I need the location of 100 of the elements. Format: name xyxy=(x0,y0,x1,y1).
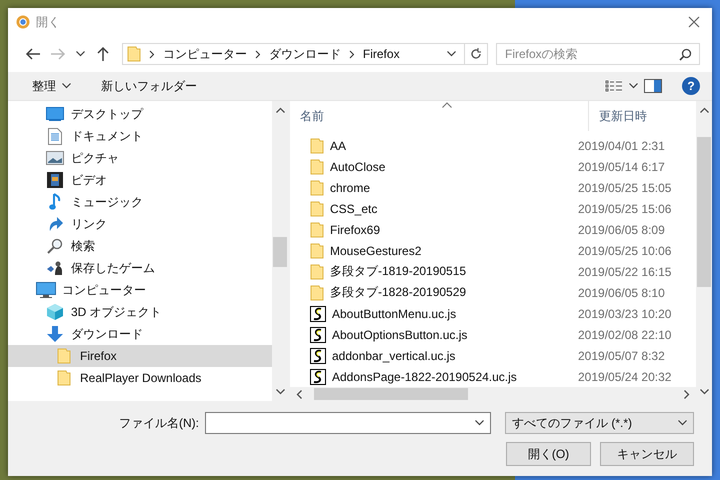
modified-date: 2019/04/01 2:31 xyxy=(578,138,665,152)
down-arrow-icon xyxy=(46,325,64,343)
file-name[interactable]: AutoClose xyxy=(290,158,578,174)
desktop-icon xyxy=(46,107,64,121)
modified-date: 2019/06/05 8:09 xyxy=(578,222,665,236)
nav-tree-item[interactable]: ダウンロード xyxy=(8,323,272,345)
scrollbar-thumb[interactable] xyxy=(314,388,468,400)
scroll-left-icon[interactable] xyxy=(296,390,302,398)
folder-icon xyxy=(310,222,324,238)
open-button[interactable]: 開く(O) xyxy=(506,442,591,466)
nav-tree-item[interactable]: 検索 xyxy=(8,235,272,257)
recent-locations-caret-icon[interactable] xyxy=(76,51,86,57)
sort-ascending-icon xyxy=(442,102,452,108)
modified-date: 2019/05/25 15:05 xyxy=(578,180,672,194)
breadcrumb-item[interactable]: ダウンロード xyxy=(268,46,341,62)
nav-tree-item[interactable]: 3D オブジェクト xyxy=(8,301,272,323)
folder-icon xyxy=(310,158,324,174)
scroll-up-icon[interactable] xyxy=(700,107,708,113)
breadcrumb-item[interactable]: Firefox xyxy=(362,47,400,61)
scrollbar-thumb[interactable] xyxy=(697,137,711,287)
nav-tree-item[interactable]: 保存したゲーム xyxy=(8,257,272,279)
folder-icon xyxy=(126,46,141,62)
caret-down-icon xyxy=(678,420,687,426)
file-name[interactable]: 多段タブ-1828-20190529 xyxy=(290,284,578,301)
cancel-button[interactable]: キャンセル xyxy=(600,442,694,466)
folder-icon xyxy=(310,200,324,216)
nav-tree-item[interactable]: ミュージック xyxy=(8,191,272,213)
back-arrow-icon[interactable] xyxy=(24,47,41,61)
modified-date: 2019/05/25 10:06 xyxy=(578,244,672,258)
filename-label: ファイル名(N): xyxy=(119,414,199,432)
cube-icon xyxy=(46,303,64,321)
script-file-icon xyxy=(310,368,326,384)
folder-icon xyxy=(57,348,71,364)
folder-icon xyxy=(310,284,324,300)
modified-date: 2019/05/07 8:32 xyxy=(578,348,665,362)
file-name[interactable]: CSS_etc xyxy=(290,200,578,216)
document-icon xyxy=(48,128,62,144)
folder-icon xyxy=(57,370,71,386)
music-note-icon xyxy=(49,193,61,211)
preview-pane-icon[interactable] xyxy=(644,79,662,93)
address-dropdown-caret-icon xyxy=(447,51,456,57)
file-name[interactable]: 多段タブ-1819-20190515 xyxy=(290,263,578,280)
modified-date: 2019/05/24 20:32 xyxy=(578,370,672,384)
script-file-icon xyxy=(310,348,326,364)
chevron-right-icon xyxy=(148,50,155,58)
film-icon xyxy=(47,172,63,188)
monitor-icon xyxy=(36,282,56,298)
chevron-right-icon xyxy=(254,50,261,58)
window-title: 開く xyxy=(36,14,61,30)
folder-icon xyxy=(310,242,324,258)
file-name[interactable]: addonbar_vertical.uc.js xyxy=(290,348,578,364)
magnifier-icon xyxy=(47,238,63,254)
view-list-icon xyxy=(605,80,623,92)
nav-tree-item[interactable]: コンピューター xyxy=(8,279,272,301)
nav-tree-item[interactable]: デスクトップ xyxy=(8,103,272,125)
file-name[interactable]: MouseGestures2 xyxy=(290,242,578,258)
file-name[interactable]: chrome xyxy=(290,180,578,196)
modified-date: 2019/06/05 8:10 xyxy=(578,286,665,300)
file-name[interactable]: AboutOptionsButton.uc.js xyxy=(290,326,578,342)
new-folder-button[interactable]: 新しいフォルダー xyxy=(95,74,203,98)
browser-logo-icon xyxy=(16,15,30,29)
modified-date: 2019/05/14 6:17 xyxy=(578,160,665,174)
caret-down-icon xyxy=(629,83,638,89)
modified-date: 2019/05/25 15:06 xyxy=(578,202,672,216)
nav-tree-item[interactable]: ビデオ xyxy=(8,169,272,191)
file-name[interactable]: AddonsPage-1822-20190524.uc.js xyxy=(290,368,578,384)
breadcrumb-item[interactable]: コンピューター xyxy=(162,46,247,62)
caret-down-icon xyxy=(475,420,484,426)
file-name[interactable]: Firefox69 xyxy=(290,222,578,238)
picture-icon xyxy=(46,151,64,165)
script-file-icon xyxy=(310,306,326,322)
search-field[interactable]: Firefoxの検索 xyxy=(496,43,700,65)
nav-tree-item[interactable]: リンク xyxy=(8,213,272,235)
nav-tree-item[interactable]: ドキュメント xyxy=(8,125,272,147)
file-name[interactable]: AboutButtonMenu.uc.js xyxy=(290,306,578,322)
folder-icon xyxy=(310,138,324,154)
folder-icon xyxy=(310,264,324,280)
scrollbar-thumb[interactable] xyxy=(273,237,287,267)
scroll-down-icon[interactable] xyxy=(700,389,708,395)
search-icon xyxy=(679,48,692,61)
filename-input[interactable] xyxy=(205,412,491,434)
modified-date: 2019/05/22 16:15 xyxy=(578,264,672,278)
help-button[interactable]: ? xyxy=(682,77,700,95)
column-header[interactable]: 名前 xyxy=(290,101,588,131)
nav-tree-item[interactable]: RealPlayer Downloads xyxy=(8,367,272,389)
modified-date: 2019/02/08 22:10 xyxy=(578,328,672,342)
file-name[interactable]: AA xyxy=(290,138,578,154)
close-icon[interactable] xyxy=(688,16,700,28)
up-arrow-icon[interactable] xyxy=(96,46,110,62)
scroll-right-icon[interactable] xyxy=(684,390,690,398)
organize-menu-button[interactable]: 整理 xyxy=(26,74,77,98)
nav-tree-item[interactable]: Firefox xyxy=(8,345,272,367)
refresh-icon[interactable] xyxy=(470,48,482,60)
script-file-icon xyxy=(310,326,326,342)
scroll-up-icon[interactable] xyxy=(276,107,284,113)
address-bar[interactable]: コンピューター ダウンロード Firefox xyxy=(122,43,488,65)
scroll-down-icon[interactable] xyxy=(276,389,284,395)
file-type-dropdown[interactable]: すべてのファイル (*.*) xyxy=(505,412,694,434)
nav-tree-item[interactable]: ピクチャ xyxy=(8,147,272,169)
curved-arrow-icon xyxy=(47,216,63,232)
